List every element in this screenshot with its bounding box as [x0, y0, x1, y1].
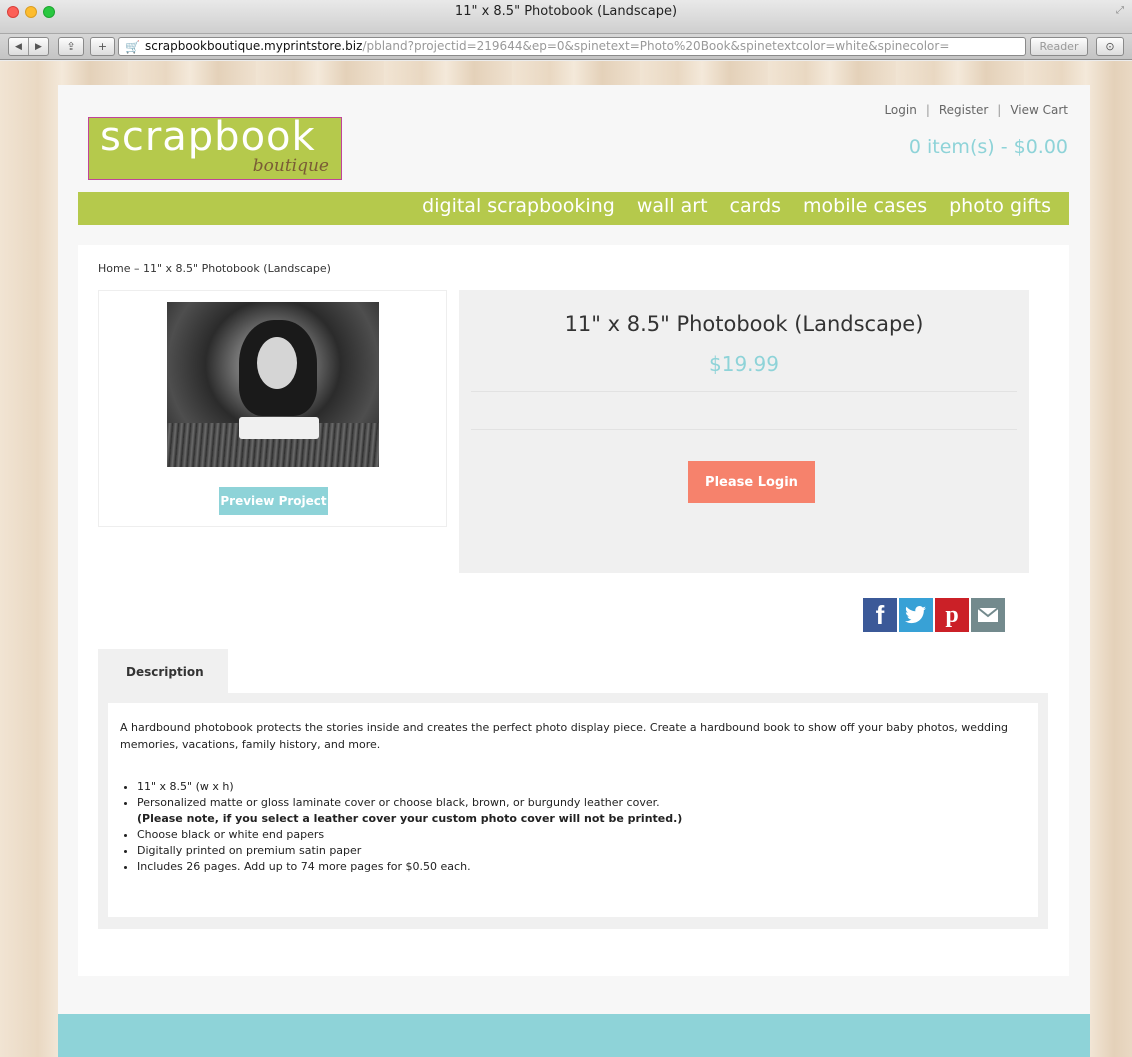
- separator: |: [925, 103, 930, 117]
- product-price: $19.99: [709, 352, 779, 376]
- logo-text: scrapbook: [100, 117, 316, 160]
- reader-button[interactable]: Reader: [1030, 37, 1088, 56]
- nav-digital-scrapbooking[interactable]: digital scrapbooking: [422, 195, 615, 217]
- pinterest-icon[interactable]: p: [935, 598, 969, 632]
- tab-description[interactable]: Description: [98, 649, 228, 695]
- list-item: Digitally printed on premium satin paper: [137, 843, 1026, 859]
- list-item: Personalized matte or gloss laminate cov…: [137, 795, 1026, 827]
- product-image-panel: Preview Project: [98, 290, 447, 527]
- nav-photo-gifts[interactable]: photo gifts: [949, 195, 1051, 217]
- site-icon: 🛒: [125, 40, 140, 54]
- page-viewport: Login | Register | View Cart 0 item(s) - $0.…: [0, 61, 1132, 1057]
- back-forward-buttons[interactable]: ◀ ▶: [8, 37, 49, 56]
- product-info-panel: 11" x 8.5" Photobook (Landscape) $19.99 …: [459, 290, 1029, 573]
- forward-arrow-icon[interactable]: ▶: [29, 42, 48, 52]
- cart-summary[interactable]: 0 item(s) - $0.00: [909, 136, 1068, 158]
- account-links: Login | Register | View Cart: [884, 103, 1068, 117]
- logo-subtext: boutique: [252, 156, 329, 176]
- url-path: /pbland?projectid=219644&ep=0&spinetext=…: [362, 39, 950, 53]
- browser-toolbar: ◀ ▶ ⇪ + 🛒 scrapbookboutique.myprintstore…: [0, 34, 1132, 60]
- window-title: 11" x 8.5" Photobook (Landscape): [454, 4, 678, 19]
- fullscreen-icon[interactable]: ⤢: [1116, 5, 1124, 16]
- separator: |: [997, 103, 1002, 117]
- main-nav: digital scrapbooking wall art cards mobi…: [78, 192, 1069, 225]
- email-icon[interactable]: [971, 598, 1005, 632]
- site-logo[interactable]: scrapbook boutique: [88, 117, 342, 180]
- social-share-bar: f p: [863, 598, 1005, 632]
- divider: [471, 429, 1017, 430]
- product-title: 11" x 8.5" Photobook (Landscape): [564, 312, 924, 336]
- url-host: scrapbookboutique.myprintstore.biz: [145, 39, 363, 53]
- downloads-button[interactable]: ⊙: [1096, 37, 1124, 56]
- share-button[interactable]: ⇪: [58, 37, 84, 56]
- footer-bar: [58, 1014, 1090, 1057]
- breadcrumb[interactable]: Home – 11" x 8.5" Photobook (Landscape): [98, 262, 331, 275]
- preview-project-button[interactable]: Preview Project: [219, 487, 328, 515]
- description-intro: A hardbound photobook protects the stori…: [120, 721, 1009, 751]
- back-arrow-icon[interactable]: ◀: [9, 42, 28, 52]
- plus-icon: +: [97, 40, 108, 53]
- window-titlebar: 11" x 8.5" Photobook (Landscape) ⤢: [0, 0, 1132, 34]
- view-cart-link[interactable]: View Cart: [1010, 103, 1068, 117]
- add-bookmark-button[interactable]: +: [90, 37, 115, 56]
- page-container: Login | Register | View Cart 0 item(s) - $0.…: [58, 85, 1090, 1057]
- twitter-icon[interactable]: [899, 598, 933, 632]
- nav-wall-art[interactable]: wall art: [637, 195, 708, 217]
- photo-book: [239, 417, 319, 439]
- feature-list: 11" x 8.5" (w x h) Personalized matte or…: [120, 779, 1026, 875]
- description-panel: A hardbound photobook protects the stori…: [98, 693, 1048, 929]
- facebook-icon[interactable]: f: [863, 598, 897, 632]
- product-photo: [167, 302, 379, 467]
- register-link[interactable]: Register: [939, 103, 988, 117]
- nav-cards[interactable]: cards: [730, 195, 782, 217]
- share-icon: ⇪: [66, 40, 76, 53]
- address-bar[interactable]: 🛒 scrapbookboutique.myprintstore.biz/pbl…: [118, 37, 1026, 56]
- leather-note: (Please note, if you select a leather co…: [137, 812, 683, 825]
- description-body: A hardbound photobook protects the stori…: [108, 703, 1038, 917]
- product-content: Home – 11" x 8.5" Photobook (Landscape) …: [78, 245, 1069, 976]
- download-icon: ⊙: [1105, 40, 1115, 53]
- divider: [471, 391, 1017, 392]
- list-item-text: Personalized matte or gloss laminate cov…: [137, 796, 660, 809]
- list-item: 11" x 8.5" (w x h): [137, 779, 1026, 795]
- nav-mobile-cases[interactable]: mobile cases: [803, 195, 927, 217]
- photo-face: [257, 337, 297, 389]
- list-item: Choose black or white end papers: [137, 827, 1026, 843]
- please-login-button[interactable]: Please Login: [688, 461, 815, 503]
- list-item: Includes 26 pages. Add up to 74 more pag…: [137, 859, 1026, 875]
- login-link[interactable]: Login: [884, 103, 916, 117]
